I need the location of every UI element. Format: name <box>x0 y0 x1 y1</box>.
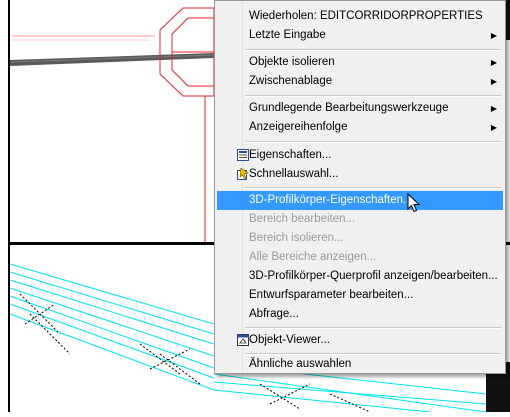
menu-item-show-all-regions[interactable]: Alle Bereiche anzeigen... <box>217 248 503 267</box>
menu-item-isolate-region[interactable]: Bereich isolieren... <box>217 229 503 248</box>
mouse-cursor-icon <box>407 193 421 213</box>
context-menu: Wiederholen: EDITCORRIDORPROPERTIES Letz… <box>214 0 506 374</box>
menu-item-clipboard[interactable]: Zwischenablage ▶ <box>217 72 503 91</box>
menu-item-recent-input[interactable]: Letzte Eingabe ▶ <box>217 26 503 45</box>
submenu-arrow-icon: ▶ <box>490 58 497 67</box>
menu-item-label: Abfrage... <box>249 308 299 320</box>
menu-item-label: Ähnliche auswahlen <box>249 358 352 370</box>
submenu-arrow-icon: ▶ <box>490 31 497 40</box>
menu-item-label: Anzeigereihenfolge <box>249 121 348 133</box>
menu-item-label: Objekt-Viewer... <box>249 334 330 346</box>
menu-item-label: Schnellauswahl... <box>249 168 339 180</box>
menu-item-object-viewer[interactable]: Objekt-Viewer... <box>217 331 503 350</box>
menu-item-query[interactable]: Abfrage... <box>217 305 503 324</box>
menu-separator <box>245 327 501 329</box>
menu-item-label: Objekte isolieren <box>249 56 335 68</box>
menu-item-quick-select[interactable]: Schnellauswahl... <box>217 165 503 184</box>
menu-item-view-edit-section[interactable]: 3D-Profilkörper-Querprofil anzeigen/bear… <box>217 267 503 286</box>
properties-icon <box>237 149 249 161</box>
menu-item-label: 3D-Profilkörper-Eigenschaften... <box>249 194 413 206</box>
menu-item-label: Eigenschaften... <box>249 149 332 161</box>
menu-separator <box>245 187 501 189</box>
submenu-arrow-icon: ▶ <box>490 104 497 113</box>
menu-separator <box>245 95 501 97</box>
viewport-border-vertical <box>8 0 10 412</box>
menu-item-edit-region[interactable]: Bereich bearbeiten... <box>217 210 503 229</box>
menu-item-edit-design-parameters[interactable]: Entwurfsparameter bearbeiten... <box>217 286 503 305</box>
menu-separator <box>245 49 501 51</box>
menu-item-draw-order[interactable]: Anzeigereihenfolge ▶ <box>217 118 503 137</box>
menu-item-properties[interactable]: Eigenschaften... <box>217 146 503 165</box>
alignment-line <box>10 53 214 66</box>
submenu-arrow-icon: ▶ <box>490 77 497 86</box>
menu-item-label: Letzte Eingabe <box>249 29 326 41</box>
menu-item-isolate-objects[interactable]: Objekte isolieren ▶ <box>217 53 503 72</box>
menu-item-label: Zwischenablage <box>249 75 333 87</box>
menu-item-corridor-properties[interactable]: 3D-Profilkörper-Eigenschaften... <box>217 191 503 210</box>
menu-item-label: Grundlegende Bearbeitungswerkzeuge <box>249 102 449 114</box>
menu-item-label: Alle Bereiche anzeigen... <box>249 251 377 263</box>
menu-item-label: 3D-Profilkörper-Querprofil anzeigen/bear… <box>249 270 498 282</box>
quick-select-icon <box>237 168 249 180</box>
menu-item-label: Bereich isolieren... <box>249 232 344 244</box>
menu-item-label: Entwurfsparameter bearbeiten... <box>249 289 414 301</box>
submenu-arrow-icon: ▶ <box>490 123 497 132</box>
menu-separator <box>245 141 501 143</box>
menu-item-select-similar[interactable]: Ähnliche auswahlen <box>217 355 503 374</box>
menu-item-label: Wiederholen: EDITCORRIDORPROPERTIES <box>249 10 483 22</box>
menu-item-basic-edit-tools[interactable]: Grundlegende Bearbeitungswerkzeuge ▶ <box>217 99 503 118</box>
menu-item-repeat[interactable]: Wiederholen: EDITCORRIDORPROPERTIES <box>217 7 503 26</box>
menu-item-label: Bereich bearbeiten... <box>249 213 356 225</box>
object-viewer-icon <box>237 334 249 346</box>
